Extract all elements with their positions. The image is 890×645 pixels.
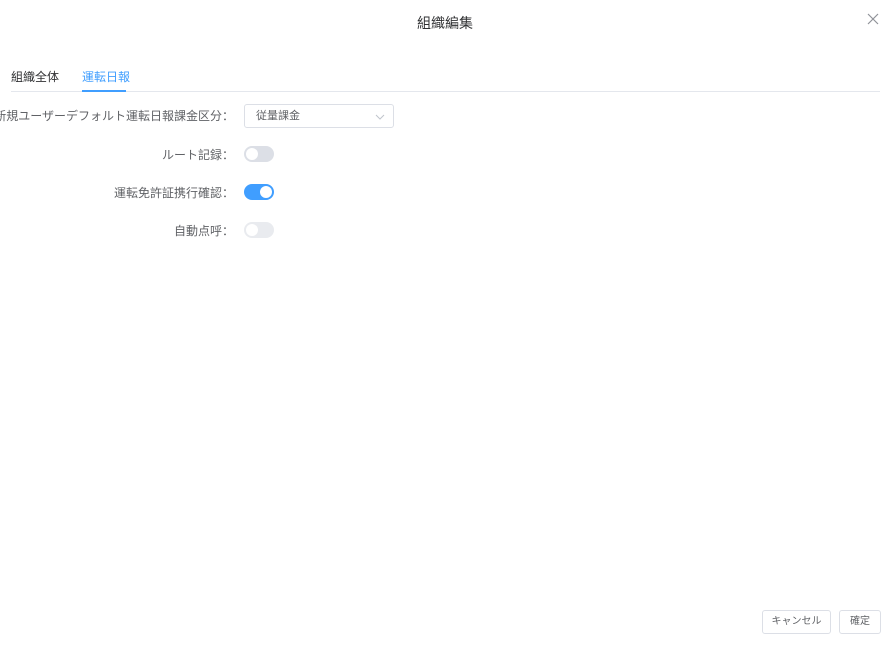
switch-knob	[246, 224, 258, 236]
billing-label-text: 新規ユーザーデフォルト運転日報課金区分：	[0, 109, 234, 123]
dialog-title: 組織編集	[417, 16, 473, 32]
route-record-switch[interactable]	[244, 146, 274, 162]
auto-rollcall-switch[interactable]	[244, 222, 274, 238]
switch-knob	[260, 186, 272, 198]
license-check-row: 運転免許証携行確認：	[0, 181, 890, 205]
close-icon[interactable]	[866, 12, 880, 26]
billing-label: *新規ユーザーデフォルト運転日報課金区分：	[0, 108, 234, 124]
billing-select[interactable]: 従量課金	[244, 104, 394, 128]
billing-select-value: 従量課金	[256, 109, 300, 122]
organization-edit-dialog: 組織編集 組織全体 運転日報 *新規ユーザーデフォルト運転日報課金区分： 従量課…	[0, 0, 890, 645]
license-check-label: 運転免許証携行確認：	[113, 186, 234, 200]
switch-knob	[246, 148, 258, 160]
license-check-switch[interactable]	[244, 184, 274, 200]
tab-organization[interactable]: 組織全体	[11, 69, 59, 92]
route-record-row: ルート記録：	[0, 143, 890, 167]
confirm-button[interactable]: 確定	[839, 610, 881, 634]
billing-row: *新規ユーザーデフォルト運転日報課金区分： 従量課金	[0, 104, 890, 128]
tab-driving-report[interactable]: 運転日報	[82, 69, 130, 92]
chevron-down-icon	[375, 112, 385, 122]
auto-rollcall-row: 自動点呼：	[0, 219, 890, 243]
auto-rollcall-label: 自動点呼：	[173, 224, 234, 238]
cancel-button[interactable]: キャンセル	[762, 610, 831, 634]
tab-bar: 組織全体 運転日報	[11, 67, 880, 92]
route-record-label: ルート記録：	[161, 148, 234, 162]
active-tab-indicator	[82, 90, 126, 92]
